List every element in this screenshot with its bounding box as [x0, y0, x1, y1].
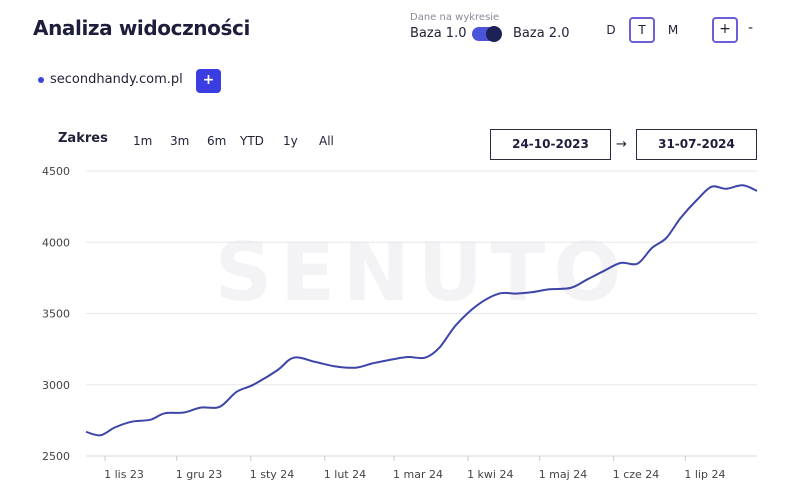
- y-tick-label: 3000: [42, 379, 70, 392]
- base-right-label[interactable]: Baza 2.0: [513, 26, 569, 41]
- x-tick-label: 1 cze 24: [613, 468, 660, 481]
- y-tick-label: 3500: [42, 308, 70, 321]
- add-domain-button[interactable]: +: [196, 69, 221, 93]
- x-tick-label: 1 mar 24: [393, 468, 443, 481]
- range-1m-button[interactable]: 1m: [133, 134, 152, 148]
- domain-label: secondhandy.com.pl: [50, 72, 183, 87]
- range-1y-button[interactable]: 1y: [283, 134, 298, 148]
- y-tick-label: 4500: [42, 165, 70, 178]
- range-6m-button[interactable]: 6m: [207, 134, 226, 148]
- date-from-field[interactable]: 24-10-2023: [490, 129, 611, 160]
- x-tick-label: 1 maj 24: [539, 468, 588, 481]
- date-to-field[interactable]: 31-07-2024: [636, 129, 757, 160]
- period-day-button[interactable]: D: [598, 17, 624, 43]
- y-tick-label: 2500: [42, 450, 70, 463]
- visibility-line-chart[interactable]: SENUTO 2500 3000 3500 4000 4500 1 lis 23 1 gr…: [0, 160, 787, 496]
- period-month-button[interactable]: M: [660, 17, 686, 43]
- zoom-out-button[interactable]: -: [748, 20, 753, 36]
- zoom-in-button[interactable]: +: [712, 17, 738, 43]
- x-tick-label: 1 lis 23: [104, 468, 144, 481]
- period-week-button[interactable]: T: [629, 17, 655, 43]
- base-left-label[interactable]: Baza 1.0: [410, 26, 466, 41]
- domain-legend-item[interactable]: secondhandy.com.pl: [38, 72, 183, 87]
- range-3m-button[interactable]: 3m: [170, 134, 189, 148]
- y-tick-label: 4000: [42, 236, 70, 249]
- base-toggle-switch[interactable]: [472, 26, 502, 42]
- page-title: Analiza widoczności: [33, 16, 250, 40]
- base-toggle-group: Dane na wykresie Baza 1.0 Baza 2.0: [410, 12, 580, 46]
- toggle-caption: Dane na wykresie: [410, 12, 500, 23]
- range-label: Zakres: [58, 131, 108, 146]
- watermark-text: SENUTO: [215, 226, 630, 319]
- x-tick-label: 1 sty 24: [250, 468, 295, 481]
- x-tick-label: 1 lip 24: [684, 468, 725, 481]
- x-tick-label: 1 kwi 24: [467, 468, 513, 481]
- range-ytd-button[interactable]: YTD: [240, 134, 264, 148]
- x-tick-label: 1 lut 24: [324, 468, 366, 481]
- x-tick-label: 1 gru 23: [176, 468, 222, 481]
- range-all-button[interactable]: All: [319, 134, 334, 148]
- date-range-arrow-icon: →: [616, 137, 627, 152]
- domain-color-dot-icon: [38, 76, 44, 83]
- toggle-knob: [486, 26, 502, 42]
